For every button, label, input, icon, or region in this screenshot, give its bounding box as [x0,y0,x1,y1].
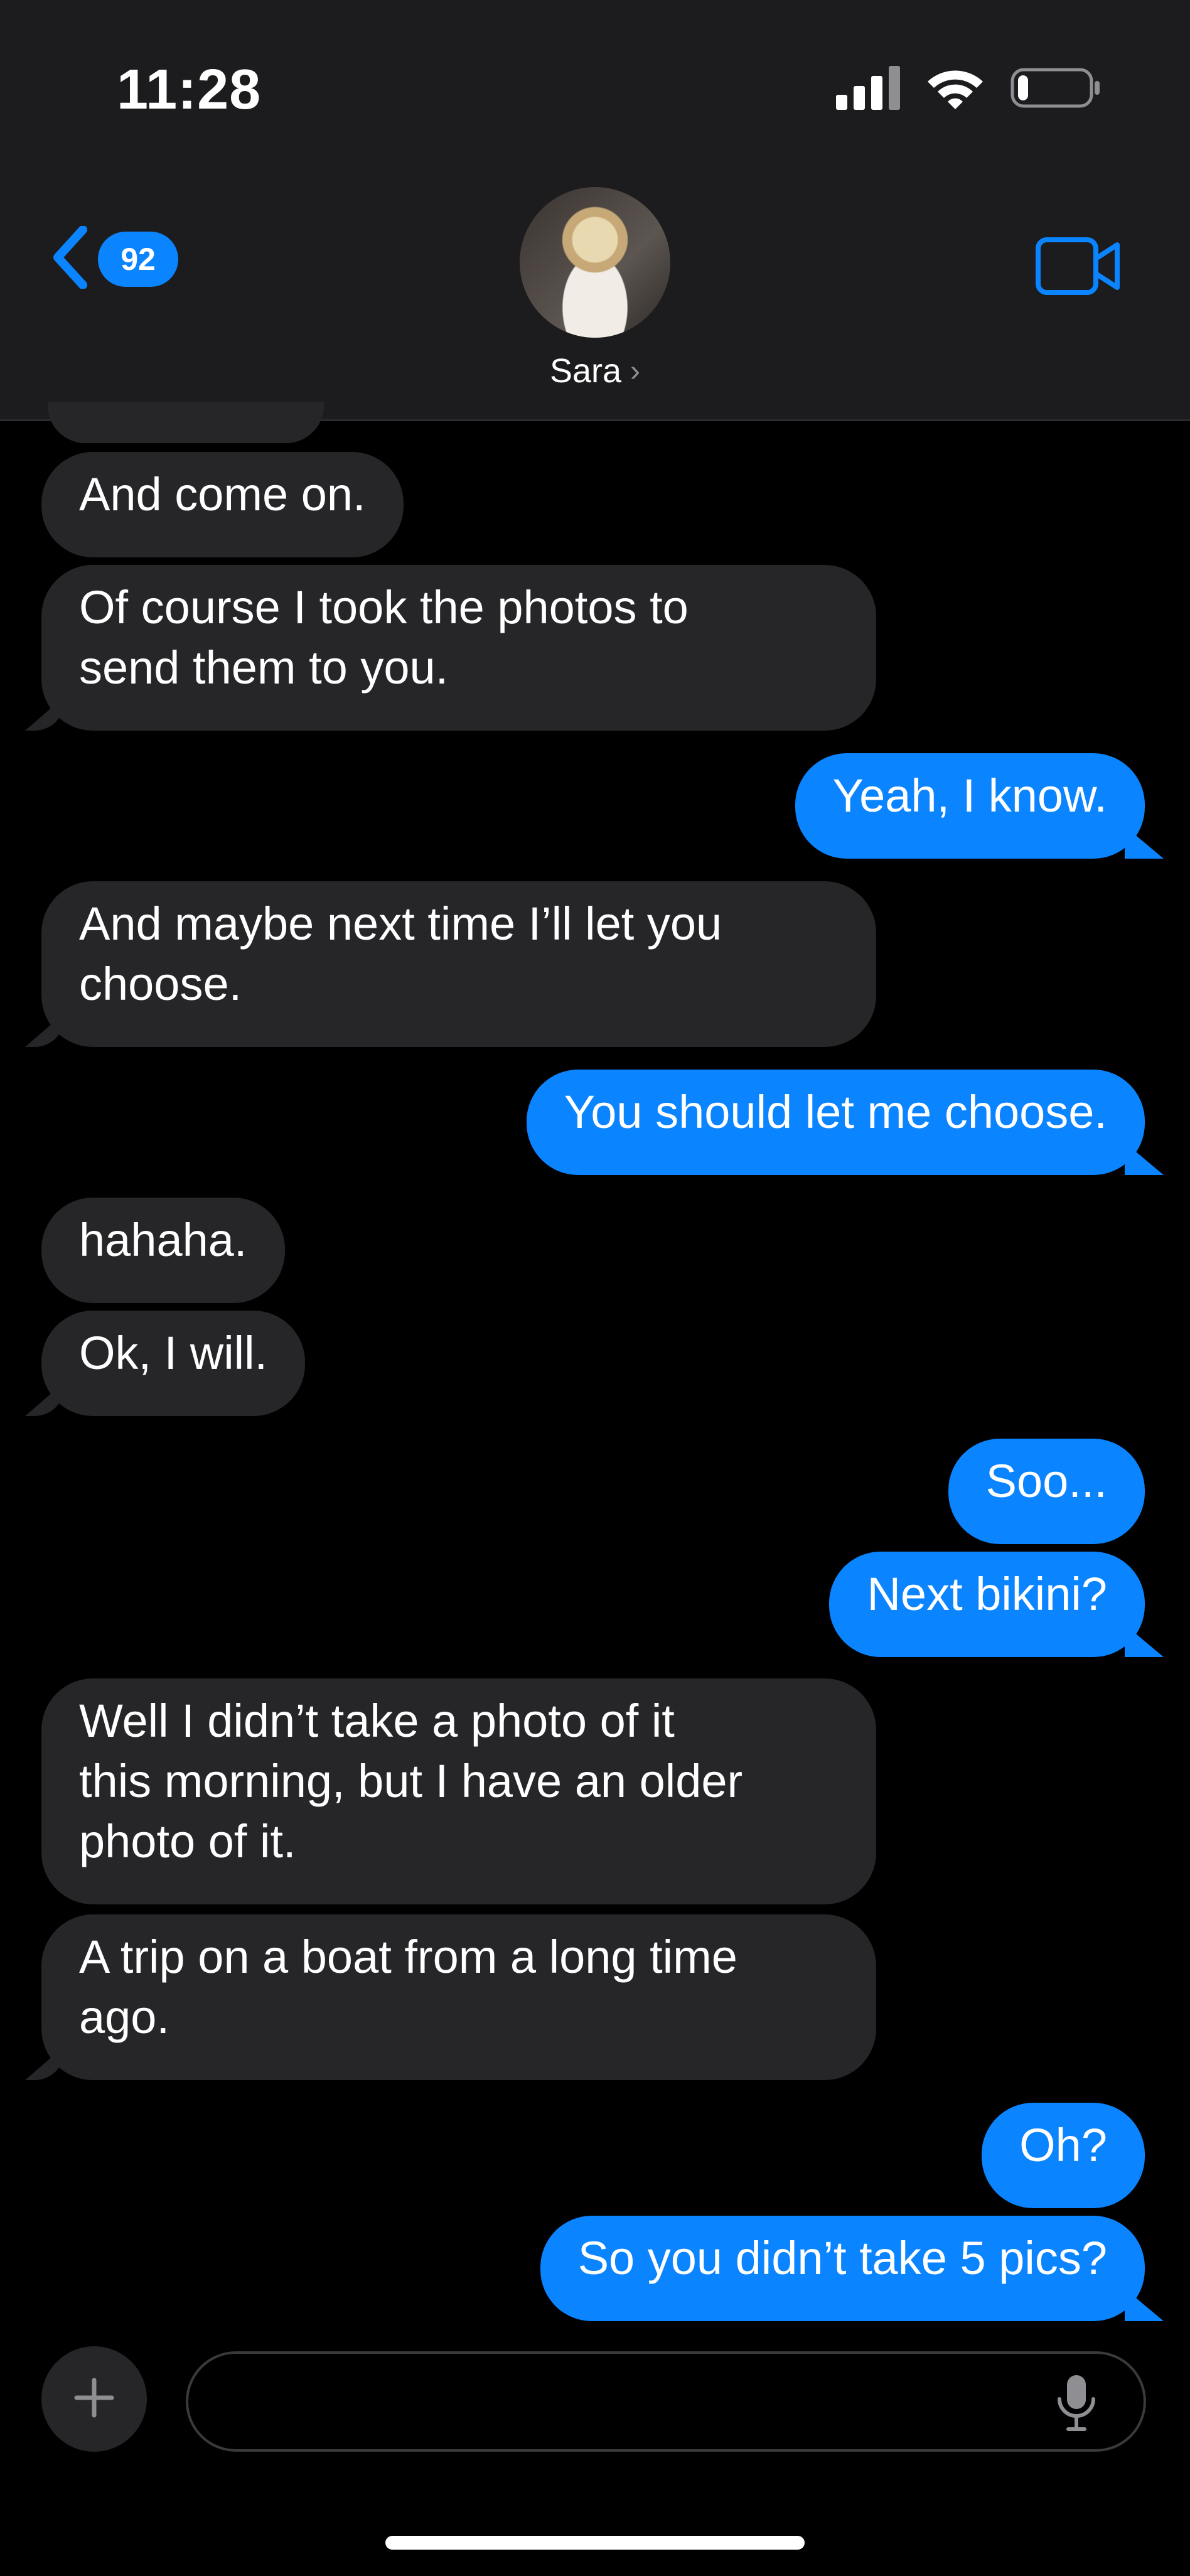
message-text: You should let me choose. [564,1086,1107,1138]
message-text: Soo... [985,1455,1107,1507]
message-text: Oh? [1019,2119,1107,2171]
message-outgoing[interactable]: Soo... [948,1439,1145,1544]
status-time: 11:28 [117,58,262,121]
message-outgoing[interactable]: Yeah, I know. [795,753,1145,859]
message-incoming[interactable]: hahaha. [41,1198,285,1303]
wifi-icon [925,65,985,110]
microphone-button[interactable] [1054,2373,1098,2436]
message-text: Of course I took the photos to [79,581,689,633]
back-button[interactable]: 92 [50,225,178,292]
message-text: send them to you. [79,641,449,694]
message-incoming[interactable]: And come on. [41,452,404,557]
message-outgoing[interactable]: Next bikini? [829,1552,1145,1657]
contact-name: Sara [549,352,622,390]
message-text: And come on. [79,468,366,520]
video-camera-icon [1036,237,1121,298]
message-text: ago. [79,1991,170,2043]
message-text: photo of it. [79,1815,296,1867]
battery-icon [1010,66,1102,110]
status-icons [836,63,1102,113]
message-outgoing[interactable]: Oh? [982,2103,1145,2208]
chevron-left-icon [50,225,90,292]
message-input[interactable] [186,2351,1146,2452]
home-indicator[interactable] [385,2536,805,2550]
contact-avatar[interactable] [520,187,670,338]
message-text: hahaha. [79,1214,247,1266]
message-text: Ok, I will. [79,1327,268,1379]
message-text: this morning, but I have an older [79,1755,743,1807]
message-outgoing[interactable]: So you didn’t take 5 pics? [540,2216,1145,2321]
signal-icon [836,66,900,110]
plus-icon [74,2378,114,2421]
message-incoming[interactable]: A trip on a boat from a long time ago. [41,1914,876,2080]
message-text: choose. [79,958,242,1010]
message-text: Yeah, I know. [832,770,1108,822]
contact-name-button[interactable]: Sara › [0,352,1190,390]
unread-count-badge: 92 [98,231,178,287]
message-text: Next bikini? [867,1568,1107,1620]
conversation-header: 11:28 92 Sara › [0,0,1190,421]
message-incoming[interactable]: And maybe next time I’ll let you choose. [41,881,876,1047]
add-attachment-button[interactable] [41,2346,147,2452]
message-incoming[interactable]: Ok, I will. [41,1311,306,1416]
message-incoming[interactable]: Well I didn’t take a photo of it this mo… [41,1678,876,1904]
message-incoming[interactable]: Of course I took the photos to send them… [41,565,876,731]
partial-message-bubble [48,402,324,443]
message-text: So you didn’t take 5 pics? [577,2232,1107,2284]
message-outgoing[interactable]: You should let me choose. [526,1070,1145,1175]
microphone-icon [1054,2375,1098,2435]
message-text: A trip on a boat from a long time [79,1931,737,1983]
chevron-right-icon: › [630,354,641,388]
message-text: Well I didn’t take a photo of it [79,1695,675,1747]
video-call-button[interactable] [1036,237,1121,298]
message-text: And maybe next time I’ll let you [79,898,722,950]
